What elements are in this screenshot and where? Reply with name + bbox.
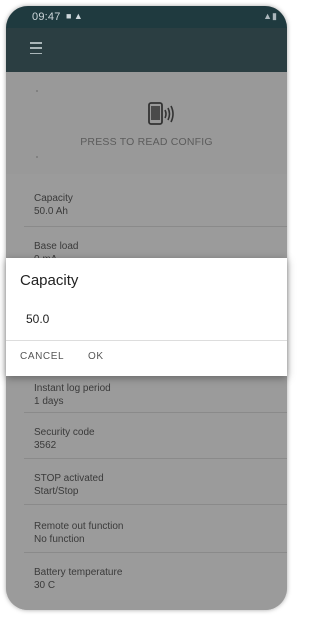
setting-instant-log-period[interactable]: Instant log period 1 days	[34, 382, 111, 408]
setting-value: Start/Stop	[34, 486, 79, 497]
setting-label: STOP activated	[34, 473, 104, 484]
setting-security-code[interactable]: Security code 3562	[34, 426, 95, 452]
setting-stop-activated[interactable]: STOP activated Start/Stop	[34, 472, 104, 498]
ok-button[interactable]: OK	[88, 351, 104, 362]
notification-icons: ■ ▲	[66, 11, 83, 21]
corner-dot	[36, 90, 38, 92]
bottom-edge	[6, 600, 287, 610]
setting-label: Security code	[34, 427, 95, 438]
capacity-input[interactable]	[26, 308, 266, 330]
setting-capacity[interactable]: Capacity 50.0 Ah	[34, 192, 73, 218]
divider	[24, 458, 287, 459]
dialog-title: Capacity	[20, 272, 79, 289]
setting-label: Battery temperature	[34, 567, 123, 578]
setting-value: 3562	[34, 440, 57, 451]
divider	[24, 412, 287, 413]
setting-label: Capacity	[34, 193, 73, 204]
status-time: 09:47	[32, 11, 61, 23]
read-config-label: PRESS TO READ CONFIG	[80, 136, 213, 148]
read-config-area[interactable]: PRESS TO READ CONFIG	[6, 72, 287, 175]
cancel-button[interactable]: CANCEL	[20, 351, 64, 362]
setting-label: Base load	[34, 241, 79, 252]
capacity-dialog: Capacity CANCEL OK	[6, 258, 287, 376]
settings-list: Capacity 50.0 Ah Base load 0 mA Instant …	[6, 174, 287, 610]
hamburger-menu-icon[interactable]	[30, 42, 42, 54]
setting-value: 50.0 Ah	[34, 206, 68, 217]
status-bar: 09:47 ■ ▲ ▲▮	[6, 6, 287, 28]
app-bar	[6, 28, 287, 72]
setting-value: 30 C	[34, 580, 56, 591]
divider	[24, 226, 287, 227]
setting-value: No function	[34, 534, 85, 545]
divider	[24, 504, 287, 505]
setting-label: Remote out function	[34, 521, 124, 532]
corner-dot	[36, 156, 38, 158]
setting-battery-temperature[interactable]: Battery temperature 30 C	[34, 566, 122, 592]
nfc-phone-icon	[148, 102, 174, 125]
dialog-divider	[6, 340, 287, 341]
setting-remote-out-function[interactable]: Remote out function No function	[34, 520, 124, 546]
signal-battery-icon: ▲▮	[263, 11, 277, 21]
divider	[24, 552, 287, 553]
setting-value: 1 days	[34, 396, 64, 407]
setting-label: Instant log period	[34, 383, 111, 394]
